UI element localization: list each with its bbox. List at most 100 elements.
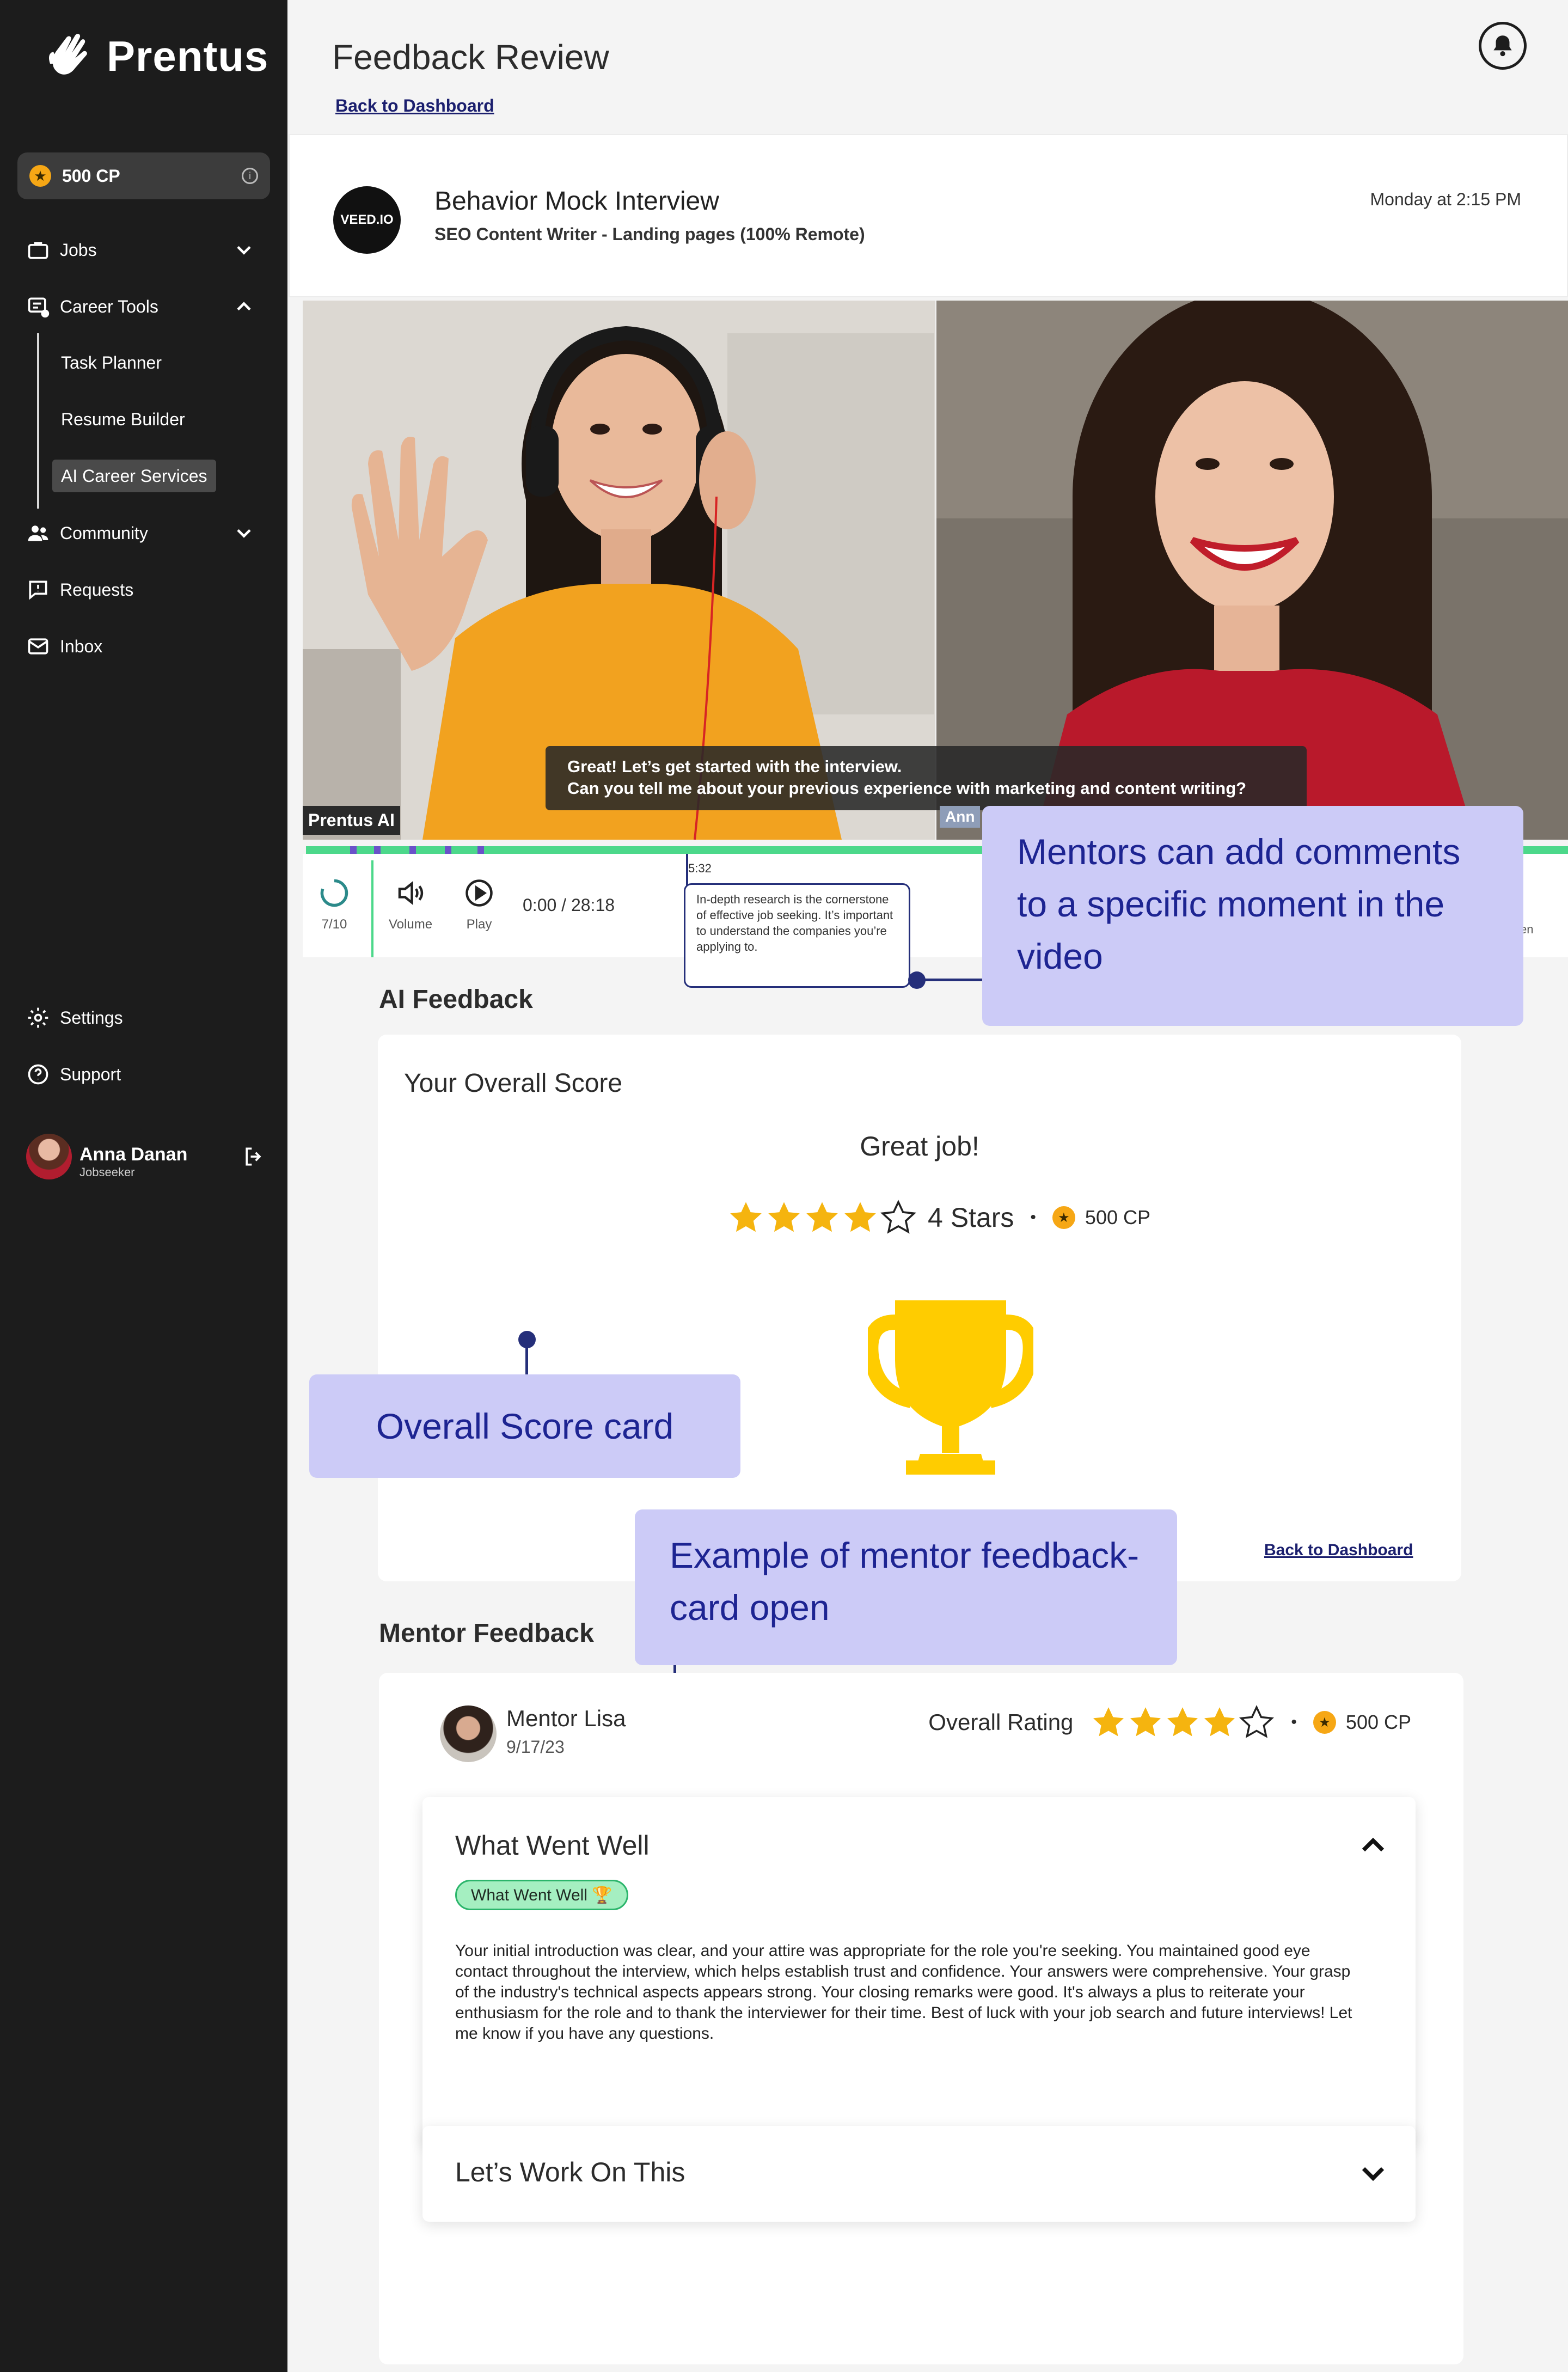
ai-feedback-title: AI Feedback [379,985,533,1014]
sidebar-item-label: Requests [60,579,134,600]
comment-marker[interactable] [374,846,381,854]
comment-timestamp: 5:32 [688,861,712,875]
annotation-score-callout: Overall Score card [309,1374,740,1478]
info-icon[interactable]: i [242,168,258,184]
gear-icon [28,1007,48,1028]
stars-text: 4 Stars [928,1202,1014,1233]
chevron-down-icon[interactable] [232,238,256,262]
comment-marker[interactable] [350,846,357,854]
star-rating [1089,1703,1275,1741]
star-filled-icon [1167,1707,1198,1737]
interview-subtitle: SEO Content Writer - Landing pages (100%… [434,224,865,244]
requests-icon [29,580,47,600]
volume-icon [398,881,424,906]
controls-divider [371,860,373,957]
sidebar-subitem-ai-career-services[interactable]: AI Career Services [52,460,216,492]
sidebar: Prentus ★ 500 CP i Jobs Career Tools Tas… [0,0,287,2372]
sidebar-item-label: Support [60,1064,121,1084]
sidebar-subitem-task-planner[interactable]: Task Planner [61,346,162,379]
interview-title: Behavior Mock Interview [434,187,719,216]
play-label: Play [466,917,492,932]
sidebar-item-career-tools[interactable]: Career Tools [26,288,266,326]
submenu-line [37,333,39,509]
volume-button[interactable]: Volume [389,877,432,932]
sidebar-item-settings[interactable]: Settings [26,999,266,1037]
interview-date: Monday at 2:15 PM [1370,189,1521,209]
chevron-up-icon[interactable] [1357,1830,1389,1862]
progress-indicator: 7/10 [318,877,351,932]
help-icon [28,1064,48,1085]
cp-balance-pill[interactable]: ★ 500 CP i [17,152,270,199]
current-time: 0:00 [523,895,557,915]
chevron-down-icon[interactable] [1357,2156,1389,2189]
play-button[interactable]: Play [463,877,495,932]
sidebar-item-inbox[interactable]: Inbox [26,627,266,665]
sidebar-item-support[interactable]: Support [26,1055,266,1093]
score-rating-row: 4 Stars • ★ 500 CP [726,1198,1150,1237]
page-title: Feedback Review [332,38,609,77]
sidebar-item-label: Career Tools [60,296,158,316]
went-well-body: Your initial introduction was clear, and… [455,1942,1352,2043]
bell-icon [1493,35,1512,57]
work-on-this-accordion[interactable]: Let’s Work On This [422,2126,1416,2222]
star-empty-icon [880,1200,916,1234]
star-filled-icon [844,1202,876,1232]
star-rating [726,1198,917,1237]
sidebar-item-label: Settings [60,1007,123,1028]
star-filled-icon [806,1202,838,1232]
sidebar-item-jobs[interactable]: Jobs [26,231,266,269]
comment-marker[interactable] [477,846,485,854]
chevron-down-icon[interactable] [232,521,256,545]
waving-hand-icon [49,33,87,75]
annotation-mentor-callout: Example of mentor feedback- card open [635,1509,1177,1665]
overall-rating-label: Overall Rating [928,1709,1074,1735]
company-logo: VEED.IO [333,186,401,254]
video-time: 0:00 / 28:18 [523,895,615,915]
mentor-cp-value: 500 CP [1345,1711,1411,1733]
sidebar-item-label: Inbox [60,636,103,656]
notification-button[interactable] [1479,22,1527,70]
score-cp-value: 500 CP [1085,1206,1150,1228]
chevron-up-icon[interactable] [232,295,256,319]
star-filled-icon [1093,1707,1124,1737]
mentor-date: 9/17/23 [506,1737,565,1757]
brand-logo[interactable]: Prentus [42,32,268,81]
sidebar-subitem-resume-builder[interactable]: Resume Builder [61,403,185,436]
briefcase-icon [28,242,48,259]
comment-marker[interactable] [444,846,451,854]
progress-label: 7/10 [321,917,347,932]
avatar [26,1134,72,1179]
sidebar-item-requests[interactable]: Requests [26,571,266,609]
user-profile[interactable]: Anna Danan Jobseeker [26,1134,266,1179]
sidebar-item-label: Community [60,523,148,543]
user-role: Jobseeker [79,1165,135,1179]
total-time: / 28:18 [561,895,615,915]
star-filled-icon [1130,1707,1161,1737]
work-on-this-title: Let’s Work On This [455,2157,685,2187]
mentor-name: Mentor Lisa [506,1705,626,1731]
star-empty-icon [1239,1705,1275,1738]
back-to-dashboard-link[interactable]: Back to Dashboard [335,96,494,116]
volume-label: Volume [389,917,433,932]
score-headline: Great job! [860,1131,979,1161]
timestamp-comment[interactable]: In-depth research is the cornerstone of … [684,883,910,988]
user-name: Anna Danan [79,1144,188,1165]
mentor-feedback-card: Mentor Lisa 9/17/23 Overall Rating • ★ 5… [379,1673,1463,2364]
caption-line-1: Great! Let’s get started with the interv… [567,757,902,776]
comment-marker[interactable] [409,846,416,854]
separator-dot: • [1291,1713,1297,1731]
score-cp: ★ 500 CP [1052,1206,1150,1229]
coin-icon: ★ [1052,1206,1075,1229]
back-to-dashboard-link-card[interactable]: Back to Dashboard [1264,1541,1413,1560]
loading-ring-icon [320,879,348,907]
logout-icon[interactable] [242,1145,266,1169]
sidebar-item-community[interactable]: Community [26,514,266,552]
trophy-icon [868,1300,1033,1475]
separator-dot: • [1030,1208,1036,1226]
mentor-cp: ★ 500 CP [1313,1711,1411,1734]
mentor-feedback-title: Mentor Feedback [379,1619,594,1648]
went-well-accordion: What Went Well What Went Well 🏆 Your ini… [422,1797,1416,2145]
mentor-avatar [440,1705,497,1762]
play-icon [465,879,493,907]
video-label-candidate: Ann [940,806,981,828]
